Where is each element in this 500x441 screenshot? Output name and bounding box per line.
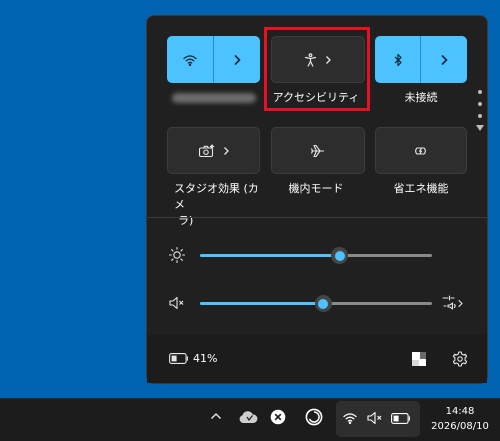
app-circle-icon[interactable] — [305, 408, 323, 426]
page-down-icon[interactable] — [476, 125, 484, 131]
volume-slider-thumb[interactable] — [314, 295, 332, 312]
bluetooth-toggle[interactable] — [375, 36, 421, 83]
studio-effects-label-line2: ラ) — [178, 214, 194, 227]
accessibility-label: アクセシビリティ — [272, 91, 360, 104]
edit-quick-settings-icon[interactable] — [411, 351, 427, 367]
energy-saver-tile[interactable] — [375, 127, 467, 174]
energy-saver-label: 省エネ機能 — [393, 182, 449, 195]
airplane-mode-tile[interactable] — [271, 127, 365, 174]
volume-muted-icon[interactable] — [166, 293, 188, 313]
onedrive-icon[interactable] — [238, 410, 258, 424]
battery-icon — [391, 413, 411, 424]
error-app-icon[interactable] — [270, 409, 286, 425]
clock-time: 14:48 — [445, 406, 475, 417]
chevron-right-icon — [223, 146, 230, 156]
studio-effects-label: スタジオ効果 (カメ ラ) — [166, 181, 266, 229]
wifi-tile[interactable] — [167, 36, 260, 83]
studio-effects-icon — [198, 143, 215, 158]
tiles-divider — [147, 217, 487, 218]
accessibility-tile[interactable] — [271, 36, 365, 83]
page-dot — [478, 114, 482, 118]
wifi-icon — [182, 54, 198, 66]
gear-icon[interactable] — [452, 351, 468, 367]
bluetooth-expand-button[interactable] — [421, 36, 467, 83]
volume-slider-fill — [200, 302, 323, 305]
energy-saver-icon — [413, 145, 429, 157]
audio-output-icon[interactable] — [442, 294, 466, 312]
studio-effects-label-line1: スタジオ効果 (カメ — [174, 182, 259, 211]
airplane-mode-label: 機内モード — [288, 182, 344, 195]
brightness-slider-fill — [200, 254, 340, 257]
battery-percentage[interactable]: 41% — [193, 352, 217, 366]
wifi-icon — [342, 412, 358, 424]
page-dot — [478, 102, 482, 106]
bluetooth-label: 未接続 — [404, 91, 438, 104]
battery-icon[interactable] — [169, 353, 189, 364]
accessibility-icon — [304, 52, 317, 67]
brightness-slider-row — [166, 245, 476, 265]
taskbar-clock[interactable]: 14:48 2026/08/10 — [422, 404, 498, 434]
chevron-right-icon — [233, 54, 241, 66]
brightness-slider[interactable] — [200, 247, 432, 264]
page-indicator[interactable] — [476, 90, 484, 131]
bluetooth-icon — [393, 53, 403, 67]
chevron-up-icon[interactable] — [210, 412, 222, 420]
volume-slider[interactable] — [200, 295, 432, 312]
page-dot — [478, 90, 482, 94]
volume-muted-icon — [366, 411, 384, 425]
brightness-slider-thumb[interactable] — [331, 247, 349, 264]
wifi-expand-button[interactable] — [214, 36, 260, 83]
wifi-network-name-blurred — [172, 93, 256, 103]
bluetooth-tile[interactable] — [375, 36, 467, 83]
chevron-right-icon — [440, 54, 448, 66]
clock-date: 2026/08/10 — [431, 421, 489, 432]
brightness-icon — [166, 245, 188, 265]
chevron-right-icon — [325, 55, 332, 65]
volume-slider-row — [166, 293, 476, 313]
wifi-toggle[interactable] — [167, 36, 214, 83]
airplane-icon — [310, 144, 326, 158]
studio-effects-tile[interactable] — [167, 127, 260, 174]
